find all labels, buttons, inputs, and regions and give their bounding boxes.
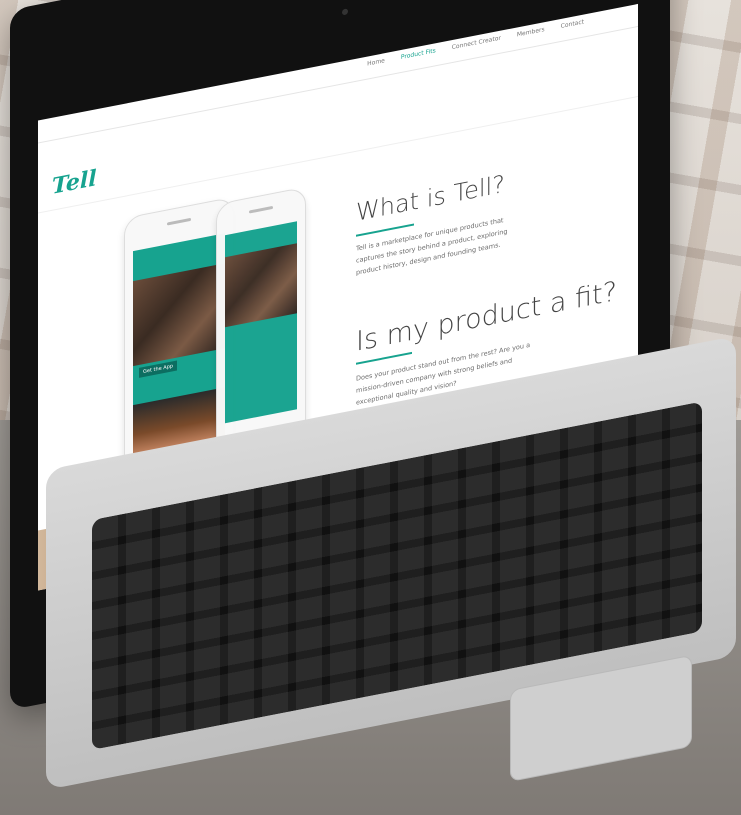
phone-photo bbox=[133, 263, 225, 367]
nav-connect-creator[interactable]: Connect Creator bbox=[452, 35, 501, 52]
phone-screen bbox=[225, 221, 297, 424]
phone-photo bbox=[225, 243, 297, 328]
phone-speaker bbox=[167, 217, 191, 226]
nav-contact[interactable]: Contact bbox=[561, 18, 584, 30]
phone-speaker bbox=[249, 205, 273, 214]
header-divider bbox=[38, 95, 638, 214]
nav-product-fits[interactable]: Product Fits bbox=[401, 47, 436, 61]
nav-members[interactable]: Members bbox=[517, 26, 545, 38]
nav-home[interactable]: Home bbox=[367, 57, 385, 67]
nav-divider bbox=[38, 25, 638, 144]
webcam-icon bbox=[342, 8, 348, 16]
brand-logo[interactable]: Tell bbox=[52, 165, 97, 200]
phone-screen: Get the App bbox=[133, 233, 225, 466]
section-title-fit: Is my product a fit? bbox=[356, 276, 617, 358]
